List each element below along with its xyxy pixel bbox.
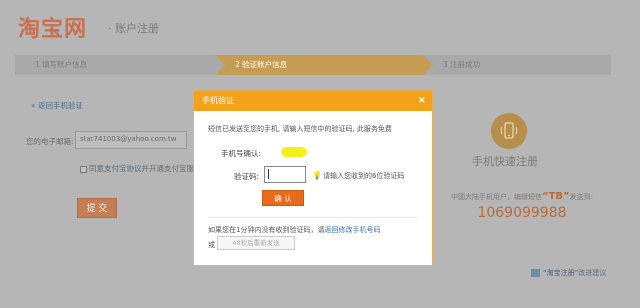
dialog-divider <box>208 217 418 218</box>
step-3: 3 注册成功 <box>423 55 611 75</box>
progress-steps: 1 填写账户信息 2 验证账户信息 3 注册成功 <box>15 55 611 75</box>
panel-desc-prefix: 中国大陆手机用户，编辑短信 <box>451 193 543 201</box>
resend-instructions: 如果您在1分钟内没有收到验证码，请返回修改手机号码 <box>208 225 380 235</box>
resend-prefix: 如果您在1分钟内没有收到验证码，请 <box>208 226 325 234</box>
code-hint: 💡请输入您收到的6位验证码 <box>312 171 404 181</box>
resend-or: 或 <box>208 241 215 249</box>
confirm-button[interactable]: 确 认 <box>262 190 304 206</box>
panel-desc-suffix: 发送到: <box>569 193 593 201</box>
mobile-quick-register-panel: 手机快速注册 中国大陆手机用户，编辑短信“TB”发送到: 1069099988 <box>432 103 612 243</box>
alipay-agreement-link[interactable]: 支付宝协议 <box>104 164 142 173</box>
step-arrow <box>215 55 225 75</box>
verification-code-field[interactable] <box>264 166 306 183</box>
agree-row: 同意支付宝协议并开通支付宝服务 <box>80 163 202 174</box>
email-field[interactable]: star741003@yahoo.com.tw <box>75 131 187 149</box>
close-icon[interactable]: × <box>418 91 426 111</box>
text-cursor <box>268 169 269 179</box>
agree-prefix: 同意 <box>89 164 104 173</box>
step-2-active: 2 验证账户信息 <box>215 55 423 75</box>
feedback-link[interactable]: “淘宝注册” <box>543 269 578 277</box>
step-1: 1 填写账户信息 <box>15 55 215 75</box>
feedback-link-row: “淘宝注册”改进建议 <box>531 268 606 278</box>
code-hint-text: 请输入您收到的6位验证码 <box>322 172 405 180</box>
feedback-icon <box>531 269 540 277</box>
phone-number-redacted <box>281 147 307 157</box>
step-arrow <box>423 55 433 75</box>
feedback-suffix: 改进建议 <box>578 269 607 277</box>
email-label: 您的电子邮箱: <box>26 137 74 146</box>
submit-button[interactable]: 提 交 <box>77 198 117 218</box>
phone-confirm-label: 手机号确认: <box>221 149 262 158</box>
phone-verification-dialog: 手机验证 × 短信已发送至您的手机, 请输入短信中的验证码, 此服务免费 手机号… <box>193 90 433 266</box>
change-phone-link[interactable]: 返回修改手机号码 <box>324 226 380 234</box>
panel-description: 中国大陆手机用户，编辑短信“TB”发送到: <box>432 191 612 202</box>
lightbulb-icon: 💡 <box>312 171 322 180</box>
sms-number: 1069099988 <box>477 205 567 221</box>
panel-desc-tb: “TB” <box>542 191 570 202</box>
phone-icon <box>491 113 527 149</box>
resend-code-button[interactable]: 48秒后重新发送 <box>217 236 295 250</box>
dialog-header: 手机验证 × <box>194 91 432 111</box>
agree-checkbox[interactable] <box>80 165 87 173</box>
panel-title: 手机快速注册 <box>472 155 538 168</box>
taobao-logo[interactable]: 淘宝网 <box>18 11 87 43</box>
page-subtitle: · 账户注册 <box>108 22 159 35</box>
code-label: 验证码: <box>234 172 260 181</box>
dialog-message: 短信已发送至您的手机, 请输入短信中的验证码, 此服务免费 <box>208 125 392 133</box>
dialog-title: 手机验证 <box>202 96 234 105</box>
back-to-phone-link[interactable]: « 返回手机验证 <box>31 100 83 111</box>
